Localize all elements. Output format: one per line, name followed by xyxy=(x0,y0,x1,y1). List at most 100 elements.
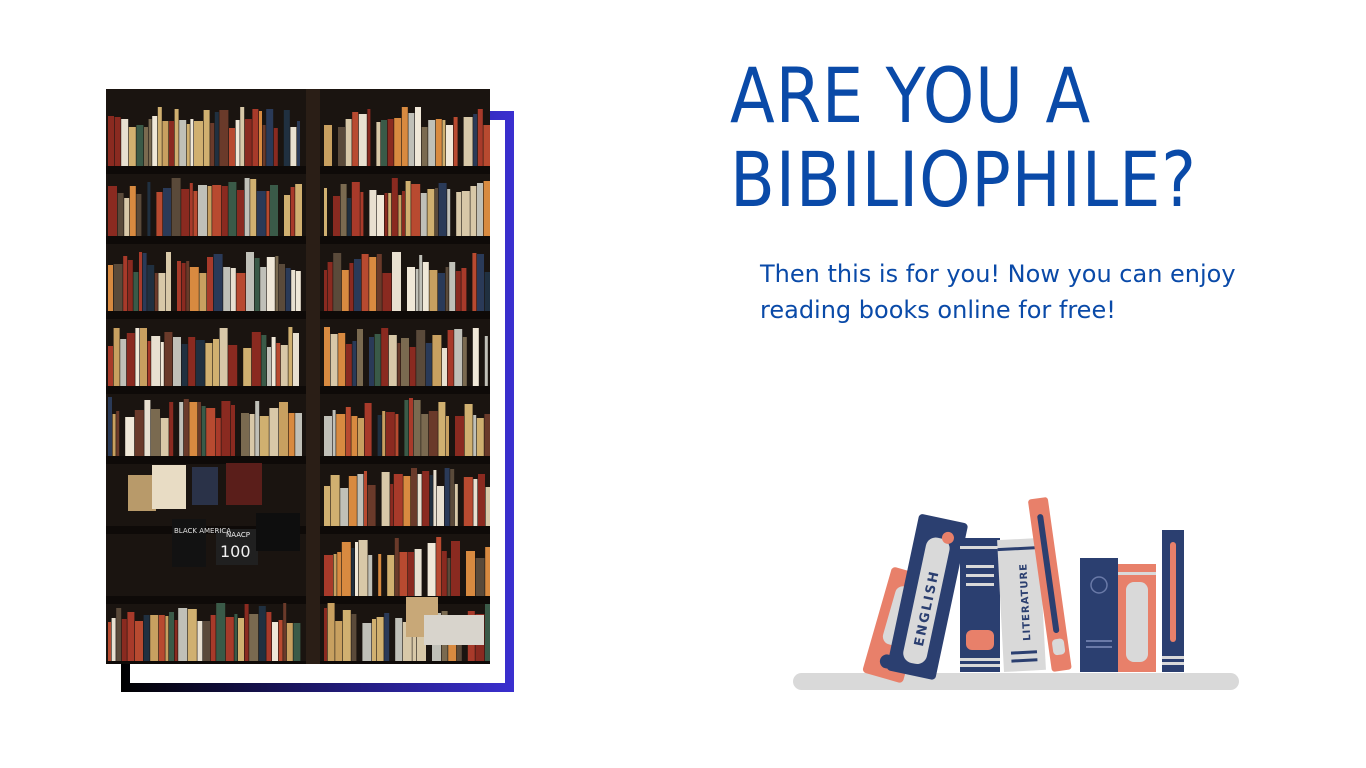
book-spine xyxy=(324,327,330,386)
book-spine xyxy=(186,261,190,311)
book-spine xyxy=(332,410,336,456)
book-spine xyxy=(387,555,395,596)
book-spine xyxy=(165,616,169,661)
book-spine xyxy=(461,268,467,311)
book-spine xyxy=(351,614,357,661)
book-spine xyxy=(108,622,111,661)
book-spine xyxy=(438,273,445,311)
book-spine xyxy=(229,128,235,166)
shelf-board xyxy=(793,673,1239,690)
book-spine xyxy=(358,114,367,166)
book-spine xyxy=(189,183,193,236)
book-spine xyxy=(381,120,387,166)
book-spine xyxy=(210,615,216,661)
page-subtitle: Then this is for you! Now you can enjoy … xyxy=(760,260,1236,324)
book-spine xyxy=(324,555,333,596)
book-spine xyxy=(435,188,438,236)
book-spine xyxy=(351,548,355,596)
book-spine xyxy=(369,190,377,236)
book-spine xyxy=(127,260,133,311)
book-spine xyxy=(447,189,451,236)
book-spine xyxy=(451,541,460,596)
book-spine xyxy=(324,608,327,661)
book-spine xyxy=(252,109,259,166)
book-spine xyxy=(393,474,403,526)
book-spine xyxy=(414,549,422,596)
bookshelf-photo: BLACK AMERICA NAACP 100 xyxy=(106,89,490,664)
book-spine xyxy=(376,617,384,661)
book-spine xyxy=(160,342,164,386)
navy-book-1 xyxy=(960,538,1000,672)
book-spine xyxy=(246,252,254,311)
book-spine xyxy=(203,110,210,166)
book-spine xyxy=(126,333,135,386)
book-spine xyxy=(376,122,381,166)
book-spine xyxy=(197,621,203,661)
book-spine xyxy=(388,335,397,386)
book-spine xyxy=(402,191,405,236)
book-spine xyxy=(116,411,120,456)
book-spine xyxy=(436,537,442,596)
book-spine xyxy=(364,403,372,456)
book-spine xyxy=(473,415,477,456)
shelf-plank xyxy=(106,236,490,244)
book-spine xyxy=(358,540,368,596)
book-spine xyxy=(470,186,477,236)
book-spine xyxy=(411,468,417,526)
navy-book-2 xyxy=(1080,558,1118,672)
book-spine xyxy=(472,328,479,386)
book-spine xyxy=(271,337,276,386)
book-spine xyxy=(135,621,143,661)
book-spine xyxy=(270,185,278,236)
book-spine xyxy=(189,402,198,456)
book-spine xyxy=(266,109,274,166)
book-spine xyxy=(476,418,484,456)
book-spine xyxy=(446,416,449,456)
naacp-cover-text: NAACP xyxy=(226,531,250,539)
book-spine xyxy=(278,620,283,661)
book-spine xyxy=(347,198,352,236)
book-spine xyxy=(136,194,142,236)
book-spine xyxy=(139,252,142,311)
book-spine xyxy=(164,332,173,386)
book-spine xyxy=(203,621,210,661)
book-spine xyxy=(228,345,238,386)
book-spine xyxy=(249,614,259,661)
book-spine xyxy=(275,256,279,311)
book-spine xyxy=(484,272,490,311)
book-spine xyxy=(244,178,250,236)
book-spine xyxy=(327,603,335,661)
coral-book-2 xyxy=(1118,564,1156,672)
book-spine xyxy=(291,270,296,311)
book-spine xyxy=(171,178,181,236)
book-spine xyxy=(198,402,201,456)
book-spine xyxy=(266,257,275,311)
books-on-shelf-illustration: ENGLISH LITERATURE xyxy=(793,497,1239,690)
book-spine xyxy=(108,186,117,236)
book-spine xyxy=(398,195,402,236)
book-spine xyxy=(234,614,238,661)
book-spine xyxy=(324,270,327,311)
book-spine xyxy=(244,604,249,661)
book-spine xyxy=(125,417,135,456)
book-spine xyxy=(206,408,216,456)
book-spine xyxy=(330,334,338,386)
book-spine xyxy=(127,612,135,661)
book-spine xyxy=(384,193,388,236)
book-spine xyxy=(390,484,394,526)
book-spine xyxy=(372,619,376,661)
book-spine xyxy=(250,179,257,236)
book-spine xyxy=(147,265,155,311)
book-spine xyxy=(259,111,262,166)
book-spine xyxy=(213,254,223,311)
book-spine xyxy=(477,109,483,166)
book-spine xyxy=(369,337,374,386)
book-spine xyxy=(173,337,181,386)
book-spine xyxy=(162,121,169,166)
book-spine xyxy=(158,273,166,311)
corner-post xyxy=(306,89,320,664)
book-spine xyxy=(416,330,426,386)
book-spine xyxy=(295,271,301,311)
book-spine xyxy=(210,123,215,166)
book-spine xyxy=(169,121,174,166)
